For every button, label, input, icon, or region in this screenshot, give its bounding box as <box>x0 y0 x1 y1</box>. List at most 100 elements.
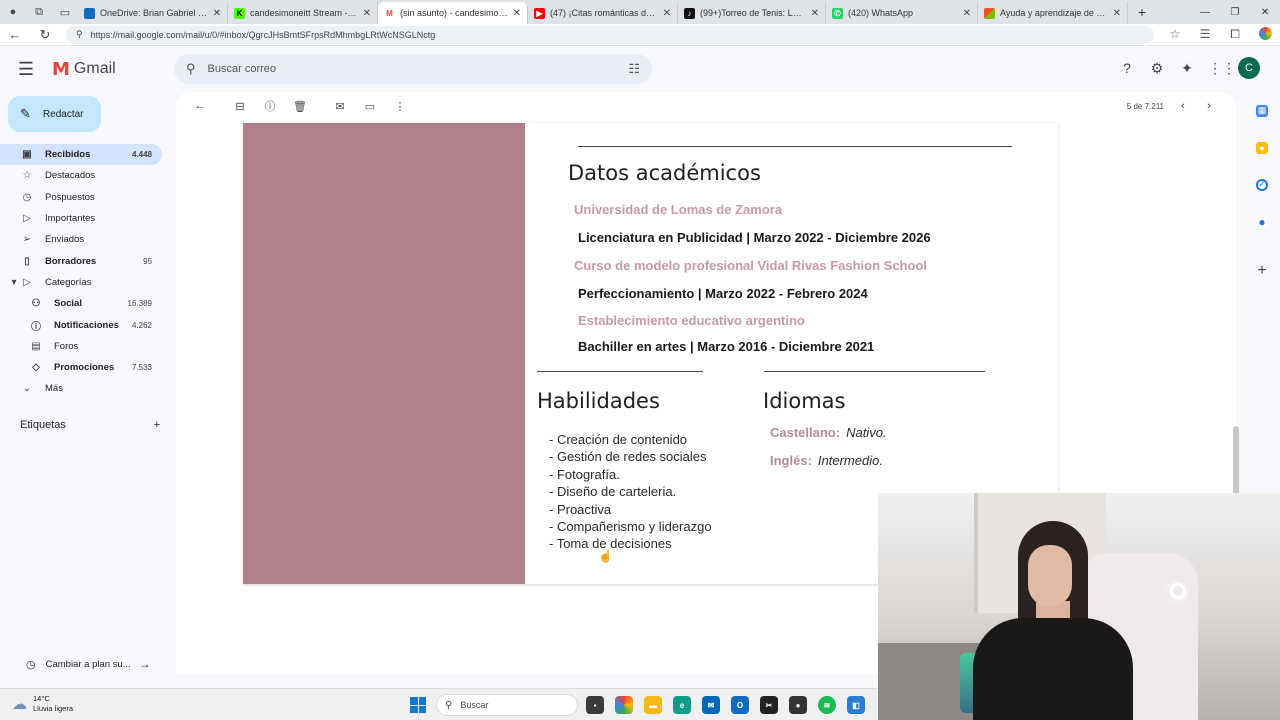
browser-tab-gmail[interactable]: M (sin asunto) - candesimoneit@✕ <box>378 2 528 24</box>
browser-tab-onedrive[interactable]: OneDrive: Brian Gabriel Vera -✕ <box>78 2 228 24</box>
windows-start-icon[interactable] <box>410 697 426 713</box>
close-tab-icon[interactable]: ✕ <box>1113 8 1121 19</box>
main-menu-icon[interactable]: ☰ <box>0 59 52 80</box>
extensions-icon[interactable]: ⧠ <box>1220 27 1250 43</box>
url-field[interactable]: ⚲ https://mail.google.com/mail/u/0/#inbo… <box>66 25 1154 44</box>
minimize-icon[interactable]: — <box>1190 7 1220 18</box>
close-tab-icon[interactable]: ✕ <box>213 8 221 19</box>
divider-line <box>537 371 703 372</box>
gmail-header: ☰ M Gmail ⚲ Buscar correo ☷ ? ⚙ ✦ ⋮⋮ C <box>0 46 1280 92</box>
task-view-icon[interactable]: ▪ <box>586 696 604 714</box>
site-info-icon[interactable]: ⚲ <box>76 29 83 40</box>
search-input[interactable]: ⚲ Buscar correo ☷ <box>174 54 652 84</box>
pencil-icon: ✎ <box>20 106 31 121</box>
delete-icon[interactable]: 🗑 <box>285 100 315 113</box>
maximize-icon[interactable]: ❐ <box>1220 7 1250 18</box>
nav-item-social[interactable]: ⚇ Social 16.389 <box>0 293 162 314</box>
archive-icon[interactable]: ⊟ <box>225 100 255 113</box>
new-tab-button[interactable]: + <box>1128 4 1156 20</box>
help-icon[interactable]: ? <box>1118 60 1136 76</box>
skill-item: - Compañerismo y liderazgo <box>549 519 712 535</box>
weather-widget[interactable]: ☁ 14°C Lluvia ligera <box>12 694 73 714</box>
browser-tab-microsoft[interactable]: Ayuda y aprendizaje de Micro ✕ <box>978 2 1128 24</box>
capcut-icon[interactable]: ✂ <box>760 696 778 714</box>
contacts-app[interactable]: ● <box>1244 203 1280 240</box>
spotify-icon[interactable]: ≋ <box>818 696 836 714</box>
profile-icon[interactable]: ● <box>0 0 26 24</box>
label-icon: ▷ <box>23 276 31 288</box>
tiktok-favicon-icon: ♪ <box>684 7 695 19</box>
youtube-favicon-icon: ▶ <box>534 7 545 19</box>
tasks-app[interactable]: ✓ <box>1244 166 1280 203</box>
close-tab-icon[interactable]: ✕ <box>663 8 671 19</box>
gmail-logo[interactable]: M Gmail <box>52 59 116 80</box>
upgrade-plan-link[interactable]: ◷ Cambiar a plan su... → <box>26 657 151 671</box>
nav-item-updates[interactable]: ⓘ Notificaciones 4.262 <box>0 314 162 335</box>
copilot-icon[interactable] <box>1250 26 1280 43</box>
workspaces-icon[interactable]: ⧉ <box>26 0 52 24</box>
nav-item-important[interactable]: ▷ Importantes <box>0 208 162 229</box>
edge-browser-icon[interactable]: e <box>673 696 691 714</box>
email-toolbar: ← ⊟ ⓘ 🗑 ✉ ▭ ⋮ 5 de 7.211 ‹ › <box>176 92 1236 120</box>
copilot-icon[interactable] <box>615 696 633 714</box>
outlook-icon[interactable]: O <box>731 696 749 714</box>
mark-unread-icon[interactable]: ✉ <box>325 100 355 113</box>
next-email-icon[interactable]: › <box>1202 100 1216 112</box>
add-label-icon[interactable]: + <box>154 419 160 431</box>
close-tab-icon[interactable]: ✕ <box>963 8 971 19</box>
report-spam-icon[interactable]: ⓘ <box>255 98 285 114</box>
bookmark-star-icon[interactable]: ☆ <box>1160 27 1190 43</box>
keep-icon: ● <box>1256 141 1268 154</box>
upgrade-clock-icon: ◷ <box>26 658 36 671</box>
close-tab-icon[interactable]: ✕ <box>513 8 521 19</box>
hand-cursor-icon: ☝ <box>598 549 613 563</box>
previous-email-icon[interactable]: ‹ <box>1176 100 1190 112</box>
nav-item-sent[interactable]: ➢ Enviados <box>0 229 162 250</box>
add-addon-icon[interactable]: + <box>1244 262 1280 280</box>
tab-actions-icon[interactable]: ▭ <box>52 0 78 24</box>
store-icon[interactable]: ◧ <box>847 696 865 714</box>
cv-sidebar-block <box>243 123 525 584</box>
email-scrollbar[interactable] <box>1233 426 1239 496</box>
calendar-app[interactable]: ▦ <box>1244 92 1280 129</box>
mail-icon[interactable]: ✉ <box>702 696 720 714</box>
reload-icon[interactable]: ↻ <box>30 27 60 43</box>
nav-item-snoozed[interactable]: ◷ Pospuestos <box>0 187 162 208</box>
file-explorer-icon[interactable]: ▬ <box>644 696 662 714</box>
taskbar-search[interactable]: ⚲ Buscar <box>436 694 578 716</box>
browser-tab-tiktok[interactable]: ♪ (99+)Torreo de Tenis: Las Risas✕ <box>678 2 826 24</box>
close-window-icon[interactable]: ✕ <box>1250 7 1280 18</box>
keep-app[interactable]: ● <box>1244 129 1280 166</box>
forum-icon: ▤ <box>31 340 41 352</box>
more-options-icon[interactable]: ⋮ <box>385 100 415 113</box>
nav-item-categories[interactable]: ▾ ▷ Categorías <box>0 272 162 293</box>
skill-item: - Creación de contenido <box>549 432 688 447</box>
nav-item-drafts[interactable]: ▯ Borradores 95 <box>0 250 162 271</box>
move-to-icon[interactable]: ▭ <box>355 100 385 113</box>
draft-icon: ▯ <box>24 255 30 267</box>
close-tab-icon[interactable]: ✕ <box>811 8 819 19</box>
browser-tab-youtube[interactable]: ▶ (47) ¡Citas románticas de bajo ✕ <box>528 2 678 24</box>
account-avatar[interactable]: C <box>1238 57 1260 79</box>
nav-item-inbox[interactable]: ▣ Recibidos 4.448 <box>0 144 162 166</box>
settings-gear-icon[interactable]: ⚙ <box>1148 60 1166 77</box>
obs-icon[interactable]: ● <box>789 696 807 714</box>
back-to-inbox-icon[interactable]: ← <box>185 100 215 112</box>
nav-item-more[interactable]: ⌄ Más <box>0 378 162 399</box>
nav-item-starred[interactable]: ☆ Destacados <box>0 165 162 186</box>
favorites-icon[interactable]: ☰ <box>1190 27 1220 43</box>
nav-item-forums[interactable]: ▤ Foros <box>0 336 162 357</box>
skills-list: - Creación de contenido - Gestión de red… <box>549 431 712 553</box>
nav-item-promotions[interactable]: ◇ Promociones 7.533 <box>0 357 162 378</box>
apps-grid-icon[interactable]: ⋮⋮ <box>1208 60 1236 77</box>
contacts-icon: ● <box>1256 215 1268 229</box>
back-icon[interactable]: ← <box>0 27 30 42</box>
caret-down-icon[interactable]: ▾ <box>10 277 18 288</box>
browser-tab-kick[interactable]: K candesimoneitt Stream - Watc ✕ <box>228 2 378 24</box>
compose-button[interactable]: ✎ Redactar <box>8 96 101 132</box>
browser-tab-whatsapp[interactable]: ✆ (420) WhatsApp ✕ <box>826 2 978 24</box>
search-icon[interactable]: ⚲ <box>186 61 196 77</box>
gemini-sparkle-icon[interactable]: ✦ <box>1178 60 1196 77</box>
close-tab-icon[interactable]: ✕ <box>363 8 371 19</box>
search-options-icon[interactable]: ☷ <box>628 61 640 77</box>
